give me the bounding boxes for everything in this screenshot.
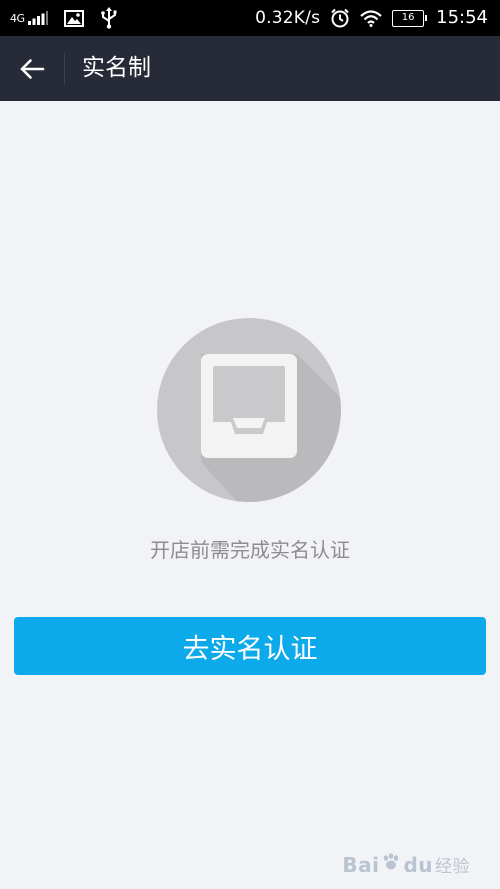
verify-button-label: 去实名认证 xyxy=(182,633,318,665)
watermark-brand-suffix: du xyxy=(403,852,433,877)
watermark-sub: 经验 xyxy=(435,857,470,877)
battery-level-label: 16 xyxy=(401,12,415,23)
network-type-label: 4G xyxy=(10,11,25,25)
empty-tray-icon xyxy=(157,318,341,502)
navigation-bar: 实名制 xyxy=(0,36,500,101)
baidu-watermark-logo: Bai du 经验 xyxy=(342,852,470,878)
image-icon xyxy=(63,9,84,27)
paw-icon xyxy=(381,852,401,877)
status-right-group: 0.32K/s 16 15:54 xyxy=(255,0,488,36)
battery-icon: 16 xyxy=(392,9,428,27)
back-arrow-icon xyxy=(19,58,45,80)
alarm-icon xyxy=(330,8,350,28)
wifi-icon xyxy=(360,9,382,27)
net-speed-label: 0.32K/s xyxy=(255,7,321,28)
verify-identity-button[interactable]: 去实名认证 xyxy=(14,617,486,675)
signal-icon xyxy=(27,11,48,25)
nav-divider xyxy=(64,53,65,85)
status-bar: 4G 0.32K/s 16 15:54 xyxy=(0,0,500,36)
watermark-brand: Bai xyxy=(342,852,380,877)
usb-icon xyxy=(100,7,118,29)
empty-state-message: 开店前需完成实名认证 xyxy=(150,538,350,562)
back-button[interactable] xyxy=(14,51,50,87)
page-title: 实名制 xyxy=(82,55,151,81)
status-left-group: 4G xyxy=(10,0,118,36)
clock-label: 15:54 xyxy=(436,7,488,28)
